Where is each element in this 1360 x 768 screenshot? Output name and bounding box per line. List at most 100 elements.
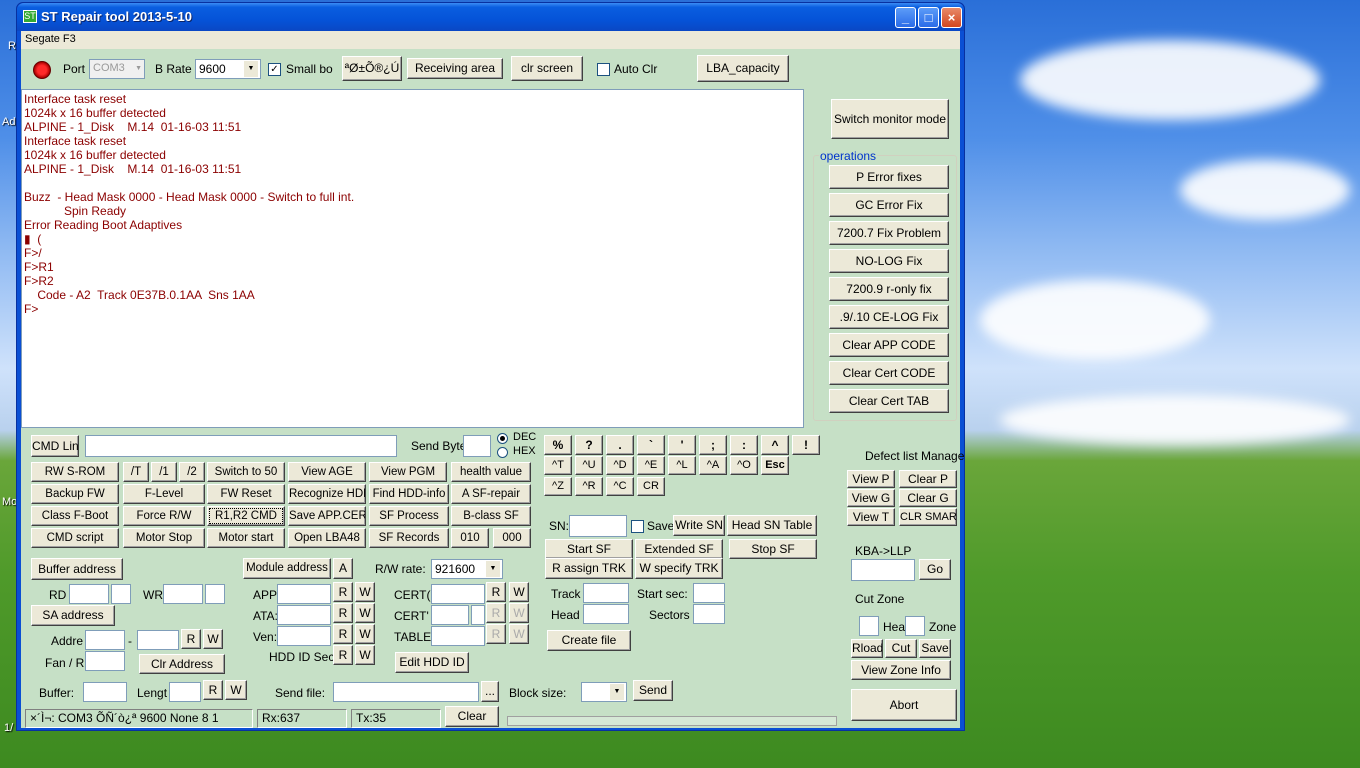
cmd-line-button[interactable]: CMD Lin <box>31 435 79 457</box>
grid-button[interactable]: Class F-Boot <box>31 506 119 526</box>
address-to-input[interactable] <box>137 630 179 650</box>
close-button[interactable]: × <box>941 7 962 28</box>
grid-button[interactable]: View AGE <box>288 462 366 482</box>
cert1-write-button[interactable]: W <box>509 582 529 602</box>
switch-monitor-mode-button[interactable]: Switch monitor mode <box>831 99 949 139</box>
grid-button[interactable]: SF Records <box>369 528 449 548</box>
grid-button[interactable]: Motor Stop <box>123 528 205 548</box>
grid-button[interactable]: RW S-ROM <box>31 462 119 482</box>
key-button[interactable]: . <box>606 435 634 455</box>
zone-input[interactable] <box>905 616 925 636</box>
sn-input[interactable] <box>569 515 627 537</box>
grid-button[interactable]: R1,R2 CMD <box>207 506 285 526</box>
desktop-icon-label[interactable]: 1/ <box>4 722 13 734</box>
clear-p-button[interactable]: Clear P <box>899 470 957 488</box>
rd-input[interactable] <box>69 584 109 604</box>
send-byte-input[interactable] <box>463 435 491 457</box>
ata-read-button[interactable]: R <box>333 603 353 623</box>
start-sf-button[interactable]: Start SF <box>545 539 633 559</box>
block-size-select[interactable]: ▼ <box>581 682 627 702</box>
clr-address-button[interactable]: Clr Address <box>139 654 225 674</box>
key-button[interactable]: ^ <box>761 435 789 455</box>
clear-g-button[interactable]: Clear G <box>899 489 957 507</box>
receiving-area-button[interactable]: Receiving area <box>407 58 503 79</box>
grid-button[interactable]: Recognize HDD <box>288 484 366 504</box>
rw-rate-select[interactable]: 921600 ▼ <box>431 559 503 579</box>
r-assign-trk-button[interactable]: R assign TRK <box>545 558 633 579</box>
grid-button[interactable]: CMD script <box>31 528 119 548</box>
lba-capacity-button[interactable]: LBA_capacity <box>697 55 789 82</box>
table-write-button[interactable]: W <box>509 624 529 644</box>
key-button[interactable]: ^R <box>575 477 603 496</box>
auto-clr-checkbox[interactable] <box>597 63 610 76</box>
key-button[interactable]: ^E <box>637 456 665 475</box>
port-select[interactable]: COM3 ▼ <box>89 59 145 79</box>
go-button[interactable]: Go <box>919 559 951 580</box>
cut-button[interactable]: Cut <box>885 639 917 658</box>
buffer-input[interactable] <box>83 682 127 702</box>
view-t-button[interactable]: View T <box>847 508 895 526</box>
send-file-input[interactable] <box>333 682 479 702</box>
stop-sf-button[interactable]: Stop SF <box>729 539 817 559</box>
key-button[interactable]: Esc <box>761 456 789 475</box>
fan-input[interactable] <box>85 651 125 671</box>
send-button[interactable]: Send <box>633 680 673 701</box>
grid-button[interactable]: Backup FW <box>31 484 119 504</box>
key-button[interactable]: ; <box>699 435 727 455</box>
rload-button[interactable]: Rload <box>851 639 883 658</box>
brate-select[interactable]: 9600 ▼ <box>195 59 261 79</box>
operation-button[interactable]: P Error fixes <box>829 165 949 189</box>
head-sn-table-button[interactable]: Head SN Table <box>727 515 817 536</box>
key-button[interactable]: % <box>544 435 572 455</box>
desktop-icon-label[interactable]: Ad <box>2 116 15 128</box>
buffer-address-button[interactable]: Buffer address <box>31 558 123 580</box>
app-input[interactable] <box>277 584 331 604</box>
cert2-read-button[interactable]: R <box>486 603 506 623</box>
extended-sf-button[interactable]: Extended SF <box>635 539 723 559</box>
cert2-input-2[interactable] <box>471 605 485 625</box>
key-button[interactable]: CR <box>637 477 665 496</box>
browse-button[interactable]: ... <box>481 681 499 702</box>
create-file-button[interactable]: Create file <box>547 630 631 651</box>
table-read-button[interactable]: R <box>486 624 506 644</box>
grid-button[interactable]: A SF-repair <box>451 484 531 504</box>
key-button[interactable]: ^T <box>544 456 572 475</box>
length-write-button[interactable]: W <box>225 680 247 700</box>
cert1-input[interactable] <box>431 584 485 604</box>
operation-button[interactable]: .9/.10 CE-LOG Fix <box>829 305 949 329</box>
kba-input[interactable] <box>851 559 915 581</box>
sectors-input[interactable] <box>693 604 725 624</box>
save-checkbox[interactable] <box>631 520 644 533</box>
module-address-button[interactable]: Module address <box>243 558 331 579</box>
key-button[interactable]: ^D <box>606 456 634 475</box>
operation-button[interactable]: Clear APP CODE <box>829 333 949 357</box>
grid-button[interactable]: 010 <box>451 528 489 548</box>
cert1-read-button[interactable]: R <box>486 582 506 602</box>
ven-input[interactable] <box>277 626 331 646</box>
grid-button[interactable]: FW Reset <box>207 484 285 504</box>
maximize-button[interactable]: □ <box>918 7 939 28</box>
grid-button[interactable]: /T <box>123 462 149 482</box>
ata-input[interactable] <box>277 605 331 625</box>
grid-button[interactable]: Save APP.CERT <box>288 506 366 526</box>
cert2-input[interactable] <box>431 605 469 625</box>
w-specify-trk-button[interactable]: W specify TRK <box>635 558 723 579</box>
track-input[interactable] <box>583 583 629 603</box>
hdd-id-write-button[interactable]: W <box>355 645 375 665</box>
grid-button[interactable]: 000 <box>493 528 531 548</box>
length-input[interactable] <box>169 682 201 702</box>
hdd-id-read-button[interactable]: R <box>333 645 353 665</box>
grid-button[interactable]: View PGM <box>369 462 447 482</box>
grid-button[interactable]: Motor start <box>207 528 285 548</box>
address-write-button[interactable]: W <box>203 629 223 649</box>
grid-button[interactable]: /1 <box>151 462 177 482</box>
ata-write-button[interactable]: W <box>355 603 375 623</box>
grid-button[interactable]: /2 <box>179 462 205 482</box>
grid-button[interactable]: Find HDD-info <box>369 484 449 504</box>
table-input[interactable] <box>431 626 485 646</box>
key-button[interactable]: ` <box>637 435 665 455</box>
operation-button[interactable]: NO-LOG Fix <box>829 249 949 273</box>
grid-button[interactable]: Switch to 50 <box>207 462 285 482</box>
module-a-button[interactable]: A <box>333 558 353 579</box>
grid-button[interactable]: health value <box>451 462 531 482</box>
